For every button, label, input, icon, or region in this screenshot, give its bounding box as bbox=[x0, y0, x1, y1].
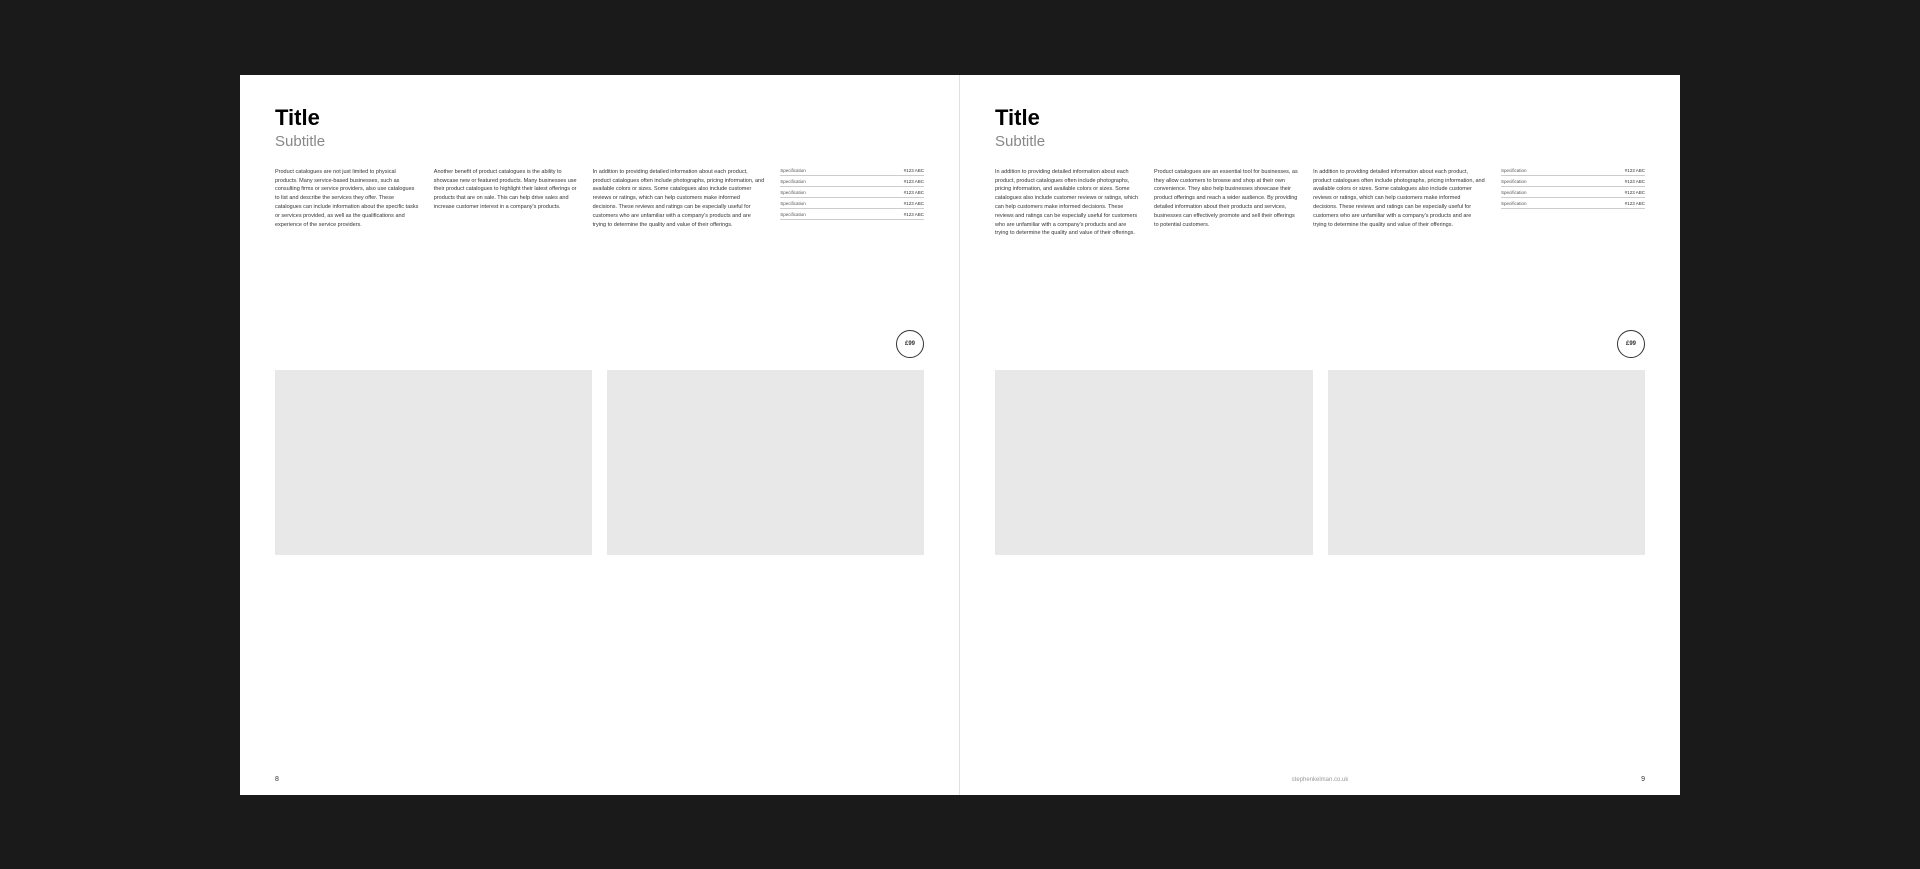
left-spec-table: Specification #123 ABC Specification #12… bbox=[780, 168, 924, 220]
right-bottom-images bbox=[995, 370, 1645, 555]
spec-label-3: Specification bbox=[780, 190, 806, 195]
right-specs-price-col: Specification #123 ABC Specification #12… bbox=[1501, 168, 1645, 358]
spec-label-2: Specification bbox=[780, 179, 806, 184]
right-page-subtitle: Subtitle bbox=[995, 133, 1645, 150]
left-image-2 bbox=[607, 370, 924, 555]
left-page-title: Title bbox=[275, 105, 924, 131]
right-spec-label-4: Specification bbox=[1501, 201, 1527, 206]
spec-value-5: #123 ABC bbox=[904, 212, 924, 217]
right-top-section: In addition to providing detailed inform… bbox=[995, 168, 1645, 358]
right-col3-text: In addition to providing detailed inform… bbox=[1313, 168, 1486, 358]
right-spec-value-3: #123 ABC bbox=[1625, 190, 1645, 195]
spec-value-3: #123 ABC bbox=[904, 190, 924, 195]
left-page-number: 8 bbox=[275, 776, 279, 783]
right-col1-text: In addition to providing detailed inform… bbox=[995, 168, 1139, 358]
left-col3-text: In addition to providing detailed inform… bbox=[593, 168, 766, 358]
right-page-title: Title bbox=[995, 105, 1645, 131]
right-spec-row-4: Specification #123 ABC bbox=[1501, 201, 1645, 209]
right-col2-text: Product catalogues are an essential tool… bbox=[1154, 168, 1298, 358]
spec-row-5: Specification #123 ABC bbox=[780, 212, 924, 220]
right-image-1 bbox=[995, 370, 1313, 555]
right-spec-value-4: #123 ABC bbox=[1625, 201, 1645, 206]
left-bottom-images bbox=[275, 370, 924, 555]
left-col1-text: Product catalogues are not just limited … bbox=[275, 168, 419, 358]
spec-row-4: Specification #123 ABC bbox=[780, 201, 924, 209]
right-spec-row-2: Specification #123 ABC bbox=[1501, 179, 1645, 187]
right-spec-row-1: Specification #123 ABC bbox=[1501, 168, 1645, 176]
spec-row-3: Specification #123 ABC bbox=[780, 190, 924, 198]
left-specs-price-col: Specification #123 ABC Specification #12… bbox=[780, 168, 924, 358]
spec-label-5: Specification bbox=[780, 212, 806, 217]
spread-container: Title Subtitle Product catalogues are no… bbox=[240, 75, 1680, 795]
spec-value-4: #123 ABC bbox=[904, 201, 924, 206]
right-spec-value-1: #123 ABC bbox=[1625, 168, 1645, 173]
left-page-subtitle: Subtitle bbox=[275, 133, 924, 150]
right-spec-label-2: Specification bbox=[1501, 179, 1527, 184]
spec-row-1: Specification #123 ABC bbox=[780, 168, 924, 176]
spec-value-1: #123 ABC bbox=[904, 168, 924, 173]
right-page-number: 9 bbox=[1641, 776, 1645, 783]
left-top-section: Product catalogues are not just limited … bbox=[275, 168, 924, 358]
right-spec-label-3: Specification bbox=[1501, 190, 1527, 195]
spec-label-1: Specification bbox=[780, 168, 806, 173]
left-col2-text: Another benefit of product catalogues is… bbox=[434, 168, 578, 358]
left-image-1 bbox=[275, 370, 592, 555]
left-price-badge: £99 bbox=[896, 330, 924, 358]
spec-value-2: #123 ABC bbox=[904, 179, 924, 184]
right-image-2 bbox=[1328, 370, 1646, 555]
right-website: stephenkelman.co.uk bbox=[1292, 777, 1349, 783]
spec-row-2: Specification #123 ABC bbox=[780, 179, 924, 187]
spec-label-4: Specification bbox=[780, 201, 806, 206]
right-price-badge: £99 bbox=[1617, 330, 1645, 358]
right-page: Title Subtitle In addition to providing … bbox=[960, 75, 1680, 795]
left-page: Title Subtitle Product catalogues are no… bbox=[240, 75, 960, 795]
right-spec-row-3: Specification #123 ABC bbox=[1501, 190, 1645, 198]
right-spec-table: Specification #123 ABC Specification #12… bbox=[1501, 168, 1645, 209]
right-spec-value-2: #123 ABC bbox=[1625, 179, 1645, 184]
right-spec-label-1: Specification bbox=[1501, 168, 1527, 173]
